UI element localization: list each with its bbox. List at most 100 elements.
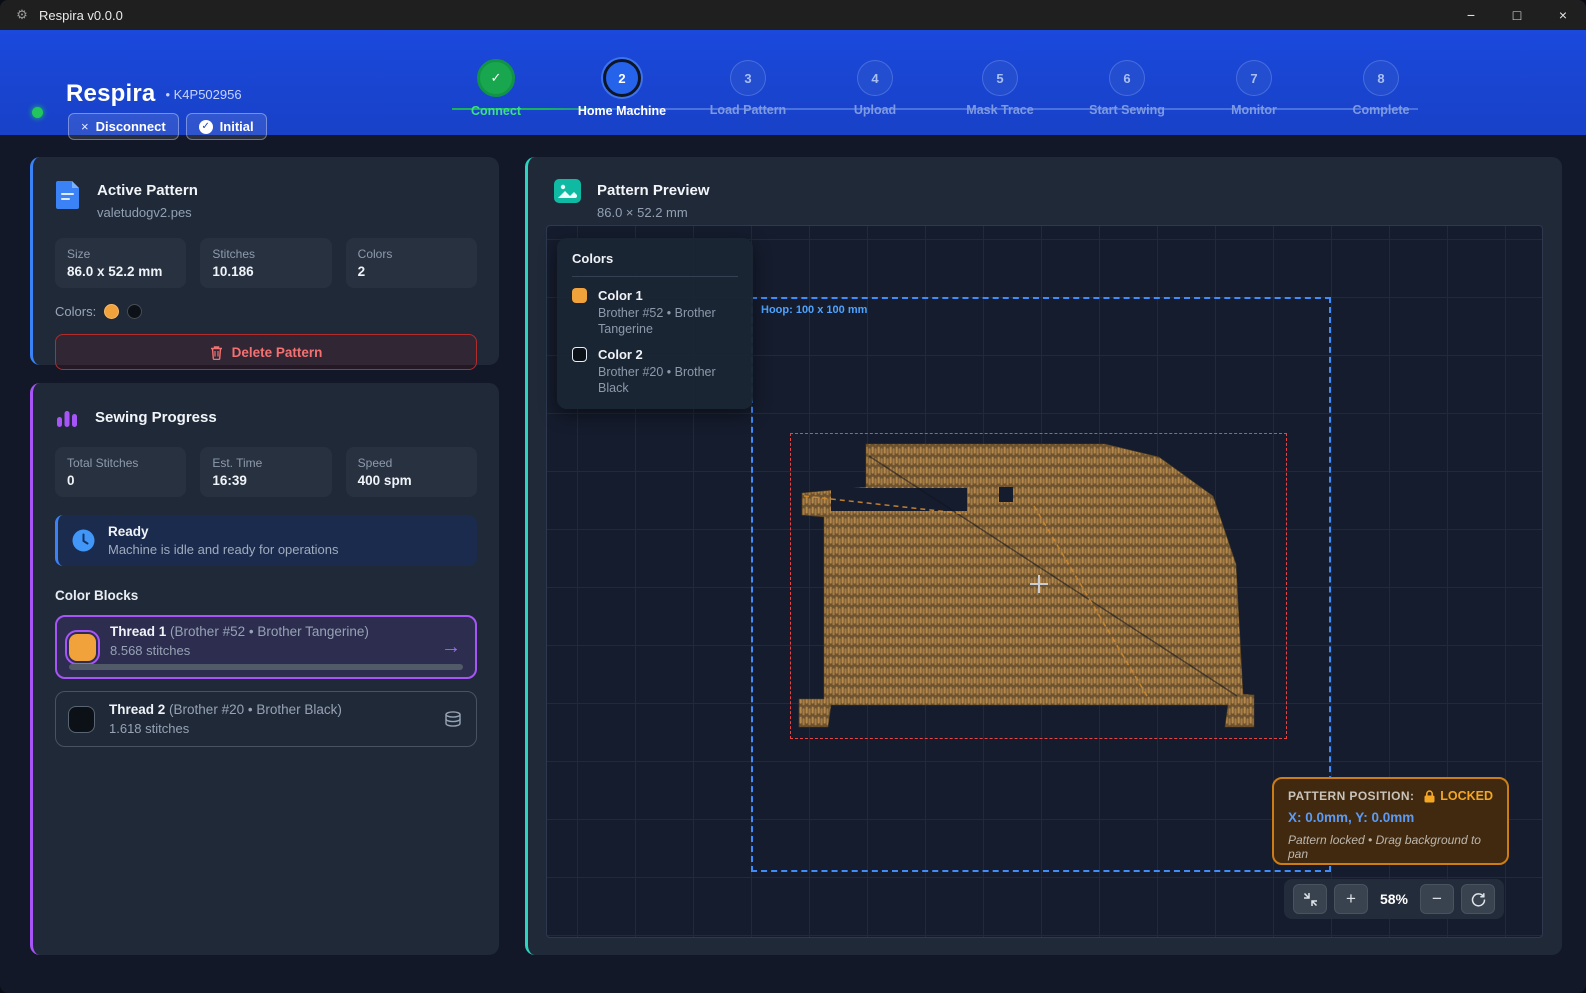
sewing-progress-card: Sewing Progress Total Stitches 0 Est. Ti… (30, 383, 499, 955)
stat-est-time: Est. Time 16:39 (200, 447, 331, 497)
step-complete[interactable]: 8 Complete (1321, 60, 1441, 117)
legend-title: Colors (572, 251, 738, 266)
stat-speed-label: Speed (358, 456, 465, 470)
close-button[interactable]: × (1540, 0, 1586, 30)
delete-pattern-label: Delete Pattern (232, 345, 323, 360)
step-sewing-label: Start Sewing (1067, 103, 1187, 117)
app-icon: ⚙ (14, 7, 30, 23)
thread-1-name-text: Thread 1 (110, 624, 166, 639)
image-icon (554, 179, 581, 203)
step-upload-label: Upload (815, 103, 935, 117)
active-pattern-title: Active Pattern (97, 179, 198, 199)
pattern-preview-title: Pattern Preview (597, 179, 710, 199)
step-mask-trace[interactable]: 5 Mask Trace (940, 60, 1060, 117)
legend-swatch-1 (572, 288, 587, 303)
step-complete-circle: 8 (1363, 60, 1399, 96)
stat-time-value: 16:39 (212, 473, 319, 488)
layers-icon (444, 710, 462, 728)
step-home-machine[interactable]: 2 Home Machine (562, 59, 682, 118)
step-complete-label: Complete (1321, 103, 1441, 117)
legend-swatch-2 (572, 347, 587, 362)
step-monitor[interactable]: 7 Monitor (1194, 60, 1314, 117)
stat-colors-value: 2 (358, 264, 465, 279)
minimize-button[interactable]: − (1448, 0, 1494, 30)
status-title: Ready (108, 524, 339, 539)
pattern-slot-cutout (831, 488, 967, 511)
pattern-dimensions: 86.0 × 52.2 mm (597, 205, 710, 220)
connection-status-dot (32, 107, 43, 118)
initial-label: Initial (220, 119, 254, 134)
colors-legend: Colors Color 1 Brother #52 • Brother Tan… (557, 238, 753, 409)
pattern-notch-cutout (999, 487, 1013, 502)
legend-detail-2: Brother #20 • Brother Black (598, 365, 738, 396)
disconnect-button[interactable]: × Disconnect (68, 113, 179, 140)
stat-time-label: Est. Time (212, 456, 319, 470)
stat-stitches-label: Stitches (212, 247, 319, 261)
step-load-label: Load Pattern (688, 103, 808, 117)
legend-divider (572, 276, 738, 277)
pattern-position-box: PATTERN POSITION: LOCKED X: 0.0mm, Y: 0.… (1272, 777, 1509, 865)
thread-1-stitches: 8.568 stitches (110, 643, 427, 658)
status-detail: Machine is idle and ready for operations (108, 542, 339, 557)
color-dot-black (127, 304, 142, 319)
title-bar[interactable]: ⚙ Respira v0.0.0 − □ × (0, 0, 1586, 30)
fit-to-screen-button[interactable] (1293, 884, 1327, 914)
thread-1-block[interactable]: Thread 1 (Brother #52 • Brother Tangerin… (55, 615, 477, 679)
fit-to-screen-icon (1303, 892, 1318, 907)
step-connect-label: Connect (436, 104, 556, 118)
machine-status-box: Ready Machine is idle and ready for oper… (55, 515, 477, 566)
thread-2-detail: (Brother #20 • Brother Black) (169, 702, 342, 717)
thread-2-block[interactable]: Thread 2 (Brother #20 • Brother Black) 1… (55, 691, 477, 747)
thread-1-swatch (69, 634, 96, 661)
arrow-right-icon: → (441, 636, 461, 659)
step-connect[interactable]: ✓ Connect (436, 59, 556, 118)
step-load-pattern[interactable]: 3 Load Pattern (688, 60, 808, 117)
thread-2-name-text: Thread 2 (109, 702, 165, 717)
thread-2-name: Thread 2 (Brother #20 • Brother Black) (109, 702, 430, 717)
initial-button[interactable]: ✓ Initial (186, 113, 267, 140)
window-title: Respira v0.0.0 (39, 8, 123, 23)
step-start-sewing[interactable]: 6 Start Sewing (1067, 60, 1187, 117)
thread-2-stitches: 1.618 stitches (109, 721, 430, 736)
pattern-lock-hint: Pattern locked • Drag background to pan (1288, 833, 1493, 861)
step-home-label: Home Machine (562, 104, 682, 118)
stat-size-value: 86.0 x 52.2 mm (67, 264, 174, 279)
delete-pattern-button[interactable]: Delete Pattern (55, 334, 477, 370)
step-load-circle: 3 (730, 60, 766, 96)
step-upload-circle: 4 (857, 60, 893, 96)
machine-serial: • K4P502956 (165, 87, 241, 102)
step-monitor-label: Monitor (1194, 103, 1314, 117)
active-pattern-card: Active Pattern valetudogv2.pes Size 86.0… (30, 157, 499, 365)
stat-size-label: Size (67, 247, 174, 261)
pattern-position-label: PATTERN POSITION: (1288, 789, 1414, 803)
trash-icon (210, 345, 223, 360)
zoom-out-button[interactable]: − (1420, 884, 1454, 914)
locked-label: LOCKED (1440, 789, 1493, 803)
step-upload[interactable]: 4 Upload (815, 60, 935, 117)
reset-view-button[interactable] (1461, 884, 1495, 914)
maximize-button[interactable]: □ (1494, 0, 1540, 30)
pattern-filename: valetudogv2.pes (97, 205, 198, 220)
legend-name-1: Color 1 (598, 288, 643, 303)
stat-stitches: Stitches 10.186 (200, 238, 331, 288)
colors-label: Colors: (55, 304, 96, 319)
zoom-in-button[interactable]: + (1334, 884, 1368, 914)
preview-canvas[interactable]: Hoop: 100 x 100 mm (546, 225, 1543, 938)
legend-item-color2: Color 2 Brother #20 • Brother Black (572, 347, 738, 396)
step-connect-circle: ✓ (477, 59, 515, 97)
check-circle-icon: ✓ (199, 120, 213, 134)
stat-total-value: 0 (67, 473, 174, 488)
stat-total-stitches: Total Stitches 0 (55, 447, 186, 497)
thread-2-swatch (68, 706, 95, 733)
legend-name-2: Color 2 (598, 347, 643, 362)
app-window: ⚙ Respira v0.0.0 − □ × Respira • K4P5029… (0, 0, 1586, 993)
step-mask-circle: 5 (982, 60, 1018, 96)
lock-icon (1424, 790, 1435, 803)
step-mask-label: Mask Trace (940, 103, 1060, 117)
stat-stitches-value: 10.186 (212, 264, 319, 279)
stat-colors-label: Colors (358, 247, 465, 261)
sewing-progress-title: Sewing Progress (95, 409, 217, 426)
refresh-icon (1471, 892, 1486, 907)
bar-chart-icon (55, 405, 79, 429)
close-x-icon: × (81, 119, 89, 134)
